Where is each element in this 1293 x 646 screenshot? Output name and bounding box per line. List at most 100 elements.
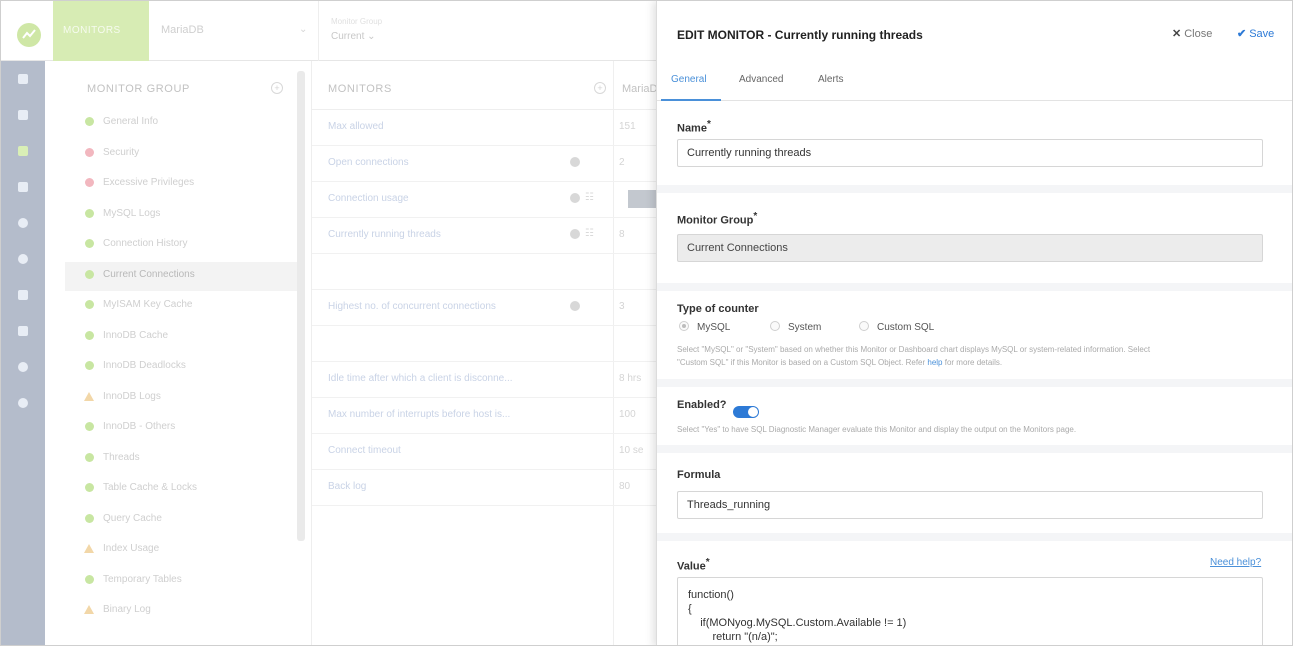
group-item[interactable]: Query Cache (65, 506, 297, 535)
radio-custom-sql[interactable]: Custom SQL (859, 321, 934, 333)
tab-alerts[interactable]: Alerts (818, 74, 844, 85)
edit-icon[interactable] (570, 157, 580, 167)
sliders-icon[interactable] (15, 323, 31, 339)
monitor-name[interactable]: Highest no. of concurrent connections (328, 301, 496, 312)
need-help-link[interactable]: Need help? (1210, 557, 1261, 568)
radio-mysql[interactable]: MySQL (679, 321, 730, 333)
monitor-row[interactable]: Max number of interrupts before host is.… (312, 398, 657, 434)
server-name: MariaDB (161, 24, 204, 36)
status-dot-icon (85, 147, 94, 157)
monitor-row[interactable]: Idle time after which a client is discon… (312, 362, 657, 398)
group-item[interactable]: InnoDB Cache (65, 323, 297, 352)
monitor-group-label-text: Monitor Group (677, 214, 754, 227)
panel-title-text: EDIT MONITOR (677, 28, 765, 42)
value-bar (628, 190, 658, 208)
formula-input[interactable] (677, 491, 1263, 519)
group-item[interactable]: Binary Log (65, 597, 297, 626)
monitor-row[interactable]: Connect timeout 10 se (312, 434, 657, 470)
monitor-name[interactable]: Max number of interrupts before host is.… (328, 409, 510, 420)
edit-icon[interactable] (570, 193, 580, 203)
edit-icon[interactable] (570, 229, 580, 239)
group-select-value: Current (331, 31, 365, 42)
monitor-name[interactable]: Idle time after which a client is discon… (328, 373, 513, 384)
group-item[interactable]: InnoDB Logs (65, 384, 297, 413)
counter-help-text: Select "MySQL" or "System" based on whet… (677, 343, 1277, 369)
report-icon[interactable] (15, 179, 31, 195)
monitor-group-list: MONITOR GROUP + General Info Security Exce… (65, 61, 297, 645)
monitor-row[interactable]: Highest no. of concurrent connections 3 (312, 290, 657, 326)
section-tab-monitors[interactable]: MONITORS (53, 1, 149, 61)
list-icon[interactable] (15, 287, 31, 303)
help-link[interactable]: help (927, 358, 942, 367)
group-item[interactable]: Current Connections (65, 261, 297, 291)
name-input[interactable] (677, 139, 1263, 167)
monitor-name[interactable]: Open connections (328, 157, 409, 168)
group-item[interactable]: Threads (65, 445, 297, 474)
group-item[interactable]: MyISAM Key Cache (65, 292, 297, 321)
counter-help-line-2-end: for more details. (942, 358, 1003, 367)
group-item[interactable]: MySQL Logs (65, 201, 297, 230)
group-item-label: Threads (103, 451, 140, 463)
save-button[interactable]: ✔ Save (1237, 27, 1274, 40)
edit-icon[interactable] (570, 301, 580, 311)
enabled-toggle[interactable] (733, 406, 759, 418)
app-logo[interactable] (17, 23, 41, 47)
tab-general[interactable]: General (671, 74, 707, 85)
monitor-row[interactable]: Back log 80 (312, 470, 657, 506)
search-icon[interactable] (15, 251, 31, 267)
database-icon[interactable] (15, 71, 31, 87)
status-dot-icon (85, 117, 94, 126)
graph-icon[interactable]: ☷ (585, 192, 594, 203)
add-group-icon[interactable]: + (271, 82, 283, 94)
group-select[interactable]: Current ⌄ (331, 31, 376, 42)
monitor-row[interactable] (312, 326, 657, 362)
group-item[interactable]: Index Usage (65, 536, 297, 565)
monitor-row[interactable]: Currently running threads ☷ 8 (312, 218, 657, 254)
group-list-scrollbar[interactable] (297, 71, 305, 541)
group-item[interactable]: Connection History (65, 231, 297, 260)
name-label: Name* (677, 119, 711, 135)
monitor-name[interactable]: Currently running threads (328, 229, 441, 240)
group-item[interactable]: InnoDB - Others (65, 414, 297, 443)
close-button[interactable]: ✕ Close (1172, 27, 1212, 40)
group-item[interactable]: Security (65, 140, 297, 169)
monitor-name[interactable]: Back log (328, 481, 366, 492)
monitor-row[interactable]: Max allowed 151 (312, 110, 657, 146)
warning-icon (84, 391, 94, 401)
monitor-icon[interactable] (15, 107, 31, 123)
radio-selected-icon (679, 321, 689, 331)
monitor-name[interactable]: Connection usage (328, 193, 409, 204)
counter-help-line-2: "Custom SQL" if this Monitor is based on… (677, 358, 928, 367)
group-item[interactable]: InnoDB Deadlocks (65, 353, 297, 382)
group-item[interactable]: Temporary Tables (65, 567, 297, 596)
status-dot-icon (85, 178, 94, 187)
chart-icon[interactable] (15, 143, 31, 159)
status-dot-icon (85, 452, 94, 462)
group-item-label: Table Cache & Locks (103, 482, 197, 493)
status-dot-icon (85, 300, 94, 309)
add-monitor-icon[interactable]: + (594, 82, 606, 94)
group-item[interactable]: Table Cache & Locks (65, 475, 297, 504)
monitor-name[interactable]: Max allowed (328, 121, 384, 132)
monitor-row[interactable] (312, 254, 657, 290)
graph-icon[interactable]: ☷ (585, 228, 594, 239)
monitor-value: 80 (619, 481, 631, 492)
settings-icon[interactable] (15, 395, 31, 411)
counter-type-label: Type of counter (677, 303, 759, 315)
value-code-editor[interactable]: function() { if(MONyog.MySQL.Custom.Avai… (677, 577, 1263, 645)
monitor-row[interactable]: Open connections 2 (312, 146, 657, 182)
monitor-row[interactable]: Connection usage ☷ (312, 182, 658, 218)
clock-icon[interactable] (15, 215, 31, 231)
warning-icon (84, 605, 94, 614)
group-item-label: Temporary Tables (103, 573, 182, 585)
tab-advanced[interactable]: Advanced (739, 74, 783, 85)
group-item-label: InnoDB Logs (103, 390, 161, 402)
enabled-toggle-wrap (657, 399, 777, 419)
alert-icon[interactable] (15, 359, 31, 375)
group-item[interactable]: General Info (65, 109, 297, 138)
radio-system[interactable]: System (770, 321, 821, 333)
group-item[interactable]: Excessive Privileges (65, 170, 297, 199)
server-select[interactable]: MariaDB ⌄ (149, 1, 319, 61)
enabled-section: Enabled? Select "Yes" to have SQL Diagno… (657, 379, 1292, 445)
monitor-name[interactable]: Connect timeout (328, 445, 401, 456)
